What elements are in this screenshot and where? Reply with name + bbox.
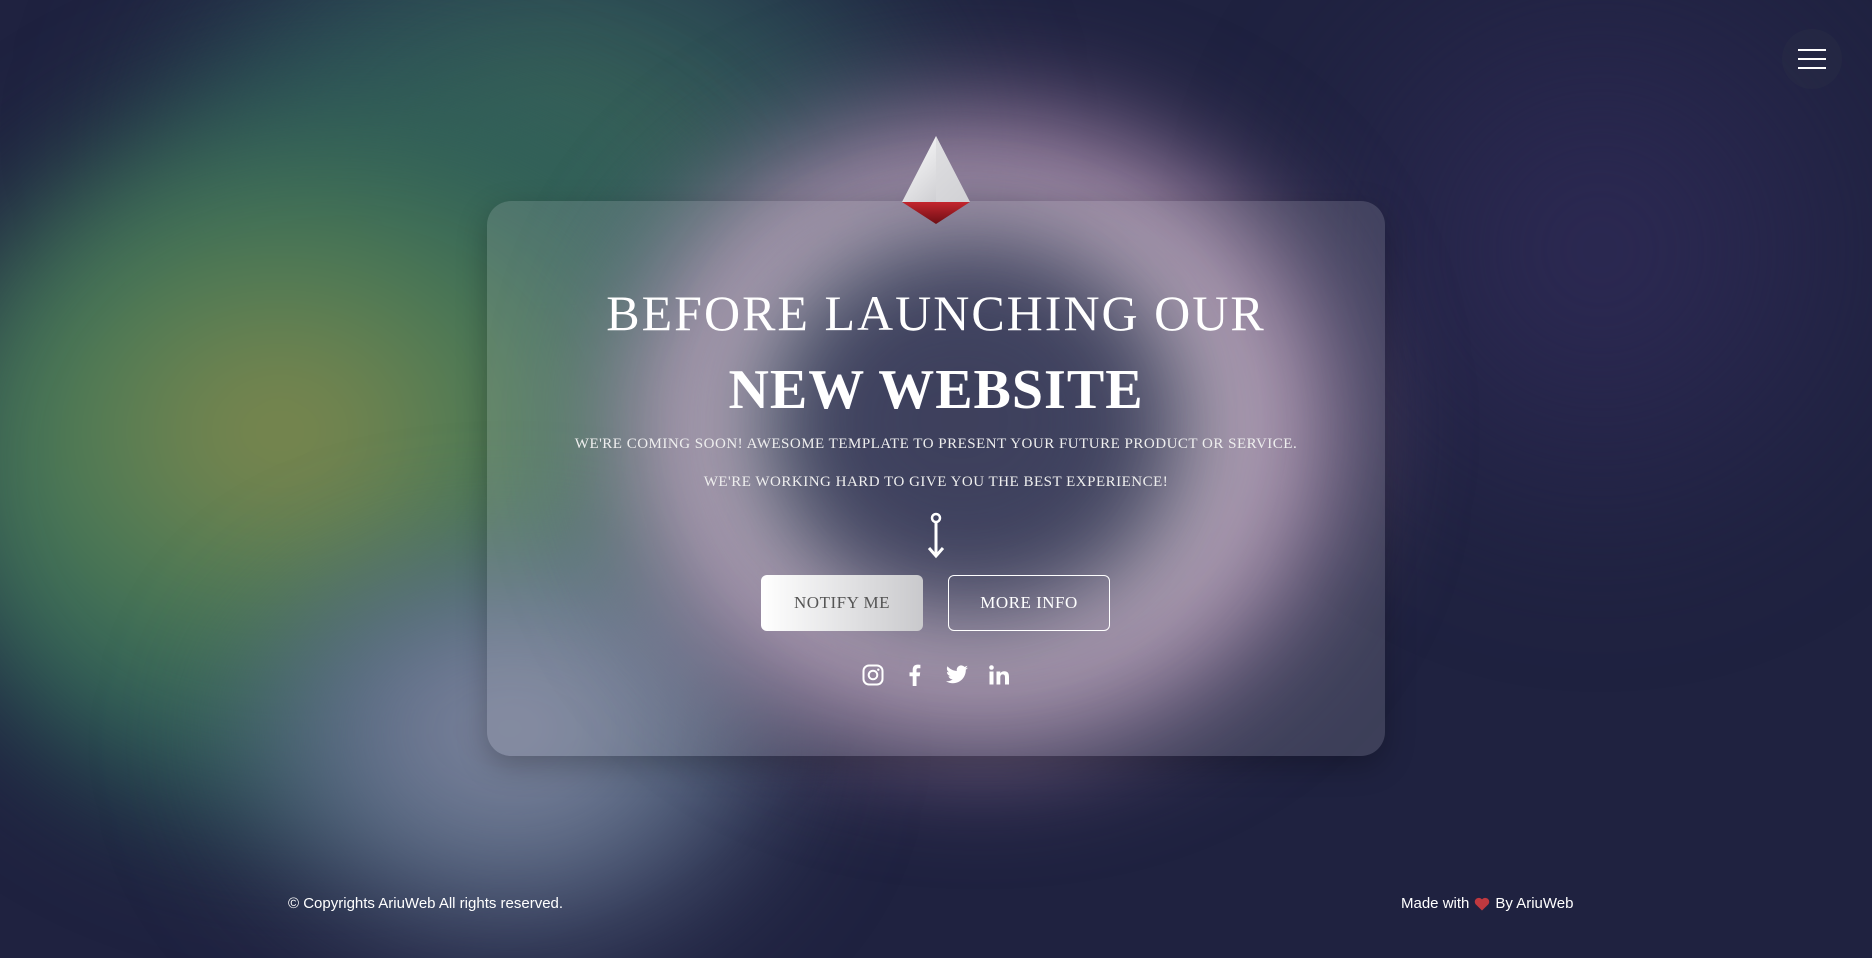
more-info-button[interactable]: MORE INFO [948, 575, 1110, 631]
page-title-line1: BEFORE LAUNCHING OUR [606, 285, 1266, 341]
author-link[interactable]: By AriuWeb [1495, 895, 1573, 912]
copyright-text: © Copyrights AriuWeb All rights reserved… [288, 895, 564, 912]
subtitle-line1: WE'RE COMING SOON! AWESOME TEMPLATE TO P… [574, 436, 1298, 452]
subtitle-line2: WE'RE WORKING HARD TO GIVE YOU THE BEST … [703, 474, 1169, 490]
made-with-credit: Made with By AriuWeb [1401, 895, 1573, 912]
pyramid-logo-icon [902, 136, 970, 224]
notify-me-button[interactable]: NOTIFY ME [761, 575, 923, 631]
twitter-icon[interactable] [945, 663, 969, 687]
facebook-icon[interactable] [903, 663, 927, 687]
hamburger-menu-icon[interactable] [1782, 29, 1842, 89]
scroll-down-arrow-icon[interactable] [925, 512, 947, 560]
page-title-line2: NEW WEBSITE [728, 359, 1144, 421]
instagram-icon[interactable] [861, 663, 885, 687]
linkedin-icon[interactable] [987, 663, 1011, 687]
heart-icon [1475, 897, 1490, 910]
made-with-label: Made with [1401, 895, 1470, 912]
